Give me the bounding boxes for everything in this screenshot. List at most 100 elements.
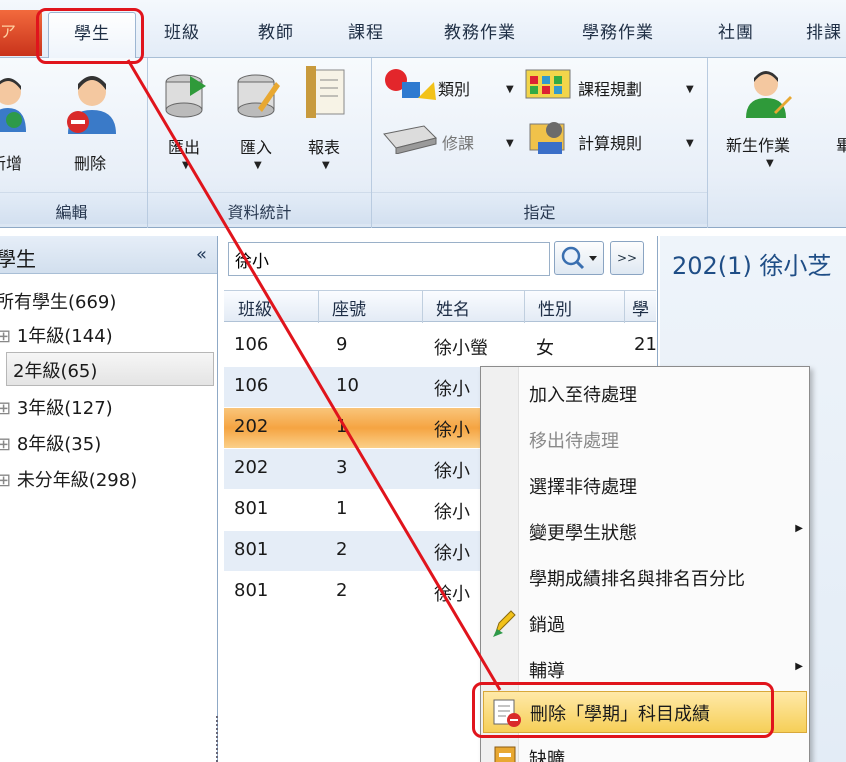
detail-title: 202(1) 徐小芝 — [672, 252, 832, 280]
cell-name: 徐小 — [434, 502, 470, 523]
collapse-panel-button[interactable]: « — [196, 244, 207, 265]
table-row[interactable]: 106 9 徐小螢 女 21 — [224, 326, 657, 366]
delete-student-button[interactable]: 刪除 — [62, 72, 126, 173]
tree-item-grade-2[interactable]: 2年級(65) — [6, 352, 214, 386]
ribbon-group-label-edit: 編輯 — [0, 192, 147, 224]
search-icon — [561, 246, 597, 270]
tree-item-grade-3[interactable]: ⊞ 3年級(127) — [0, 394, 113, 420]
graduate-button-label[interactable]: 畢 — [836, 132, 846, 156]
cell-name: 徐小 — [434, 461, 470, 482]
add-student-button[interactable]: 新增 — [0, 72, 32, 173]
book-icon — [383, 125, 437, 154]
calc-rule-icon — [529, 122, 565, 154]
ribbon: 新增 刪除 編輯 匯出 ▼ 匯入 ▼ — [0, 58, 846, 228]
submenu-arrow-icon: ▶ — [795, 661, 803, 672]
tree-expand-icon[interactable]: ⊞ — [0, 326, 17, 347]
tab-scheduling[interactable]: 排課 — [806, 18, 842, 43]
menu-item-remove-from-pending[interactable]: 移出待處理 — [483, 419, 807, 459]
report-icon — [306, 66, 345, 118]
database-import-icon — [237, 74, 280, 118]
cell-name: 徐小螢 — [434, 338, 488, 359]
tab-class[interactable]: 班級 — [164, 18, 200, 43]
cell-class: 801 — [234, 539, 269, 560]
more-options-button[interactable]: >> — [610, 241, 644, 275]
cell-gender: 女 — [536, 338, 554, 359]
import-button[interactable]: 匯入 ▼ — [236, 72, 286, 182]
submenu-arrow-icon: ▶ — [795, 523, 803, 534]
menu-item-select-non-pending[interactable]: 選擇非待處理 — [483, 465, 807, 505]
search-input[interactable] — [229, 243, 549, 275]
new-student-icon — [746, 71, 792, 118]
tree-expand-icon[interactable]: ⊞ — [0, 470, 17, 491]
column-header-class[interactable]: 班級 — [238, 295, 272, 320]
ribbon-group-misc: 新生作業 ▼ 畢 — [708, 58, 846, 228]
cell-class: 202 — [234, 416, 269, 437]
tab-club[interactable]: 社團 — [718, 18, 754, 43]
cell-name: 徐小 — [434, 543, 470, 564]
tree-expand-icon[interactable]: ⊞ — [0, 434, 17, 455]
search-box — [228, 242, 550, 276]
column-header-name[interactable]: 姓名 — [436, 295, 470, 320]
tree-panel-title: 學生 — [0, 247, 36, 271]
menu-item-semester-ranking[interactable]: 學期成績排名與排名百分比 — [483, 557, 807, 597]
export-button[interactable]: 匯出 ▼ — [164, 72, 214, 182]
cell-seat: 2 — [336, 580, 348, 601]
cell-class: 202 — [234, 457, 269, 478]
ribbon-group-label-stats: 資料統計 — [148, 192, 371, 224]
cell-seat: 2 — [336, 539, 348, 560]
cell-seat: 9 — [336, 334, 348, 355]
cell-class: 801 — [234, 498, 269, 519]
cell-name: 徐小 — [434, 420, 470, 441]
category-button[interactable]: 類別 ▼ — [382, 68, 514, 108]
student-tree-panel: 學生 « 所有學生(669) ⊞ 1年級(144) 2年級(65) ⊞ 3年級(… — [0, 236, 218, 762]
cell-seat: 1 — [336, 498, 348, 519]
tab-course[interactable]: 課程 — [348, 18, 384, 43]
highlight-student-tab — [36, 8, 144, 64]
grid-header: 班級 座號 姓名 性別 學 — [224, 290, 656, 323]
tab-teacher[interactable]: 教師 — [258, 18, 294, 43]
report-button[interactable]: 報表 ▼ — [304, 66, 354, 182]
absence-icon — [494, 746, 516, 762]
cell-class: 106 — [234, 375, 269, 396]
column-header-seat[interactable]: 座號 — [332, 295, 366, 320]
search-button[interactable] — [554, 241, 604, 275]
tree-expand-icon[interactable]: ⊞ — [0, 398, 17, 419]
tree-item-grade-1[interactable]: ⊞ 1年級(144) — [0, 322, 113, 348]
tree-item-all-students[interactable]: 所有學生(669) — [0, 288, 116, 314]
cell-name: 徐小 — [434, 379, 470, 400]
tree-panel-header: 學生 « — [0, 236, 217, 274]
menu-item-change-status[interactable]: 變更學生狀態 ▶ — [483, 511, 807, 551]
cell-seat: 1 — [336, 416, 348, 437]
add-student-icon — [0, 78, 26, 132]
highlight-delete-menu-item — [472, 682, 774, 738]
new-student-button[interactable]: 新生作業 ▼ — [724, 68, 824, 178]
ribbon-group-label-assign: 指定 — [372, 192, 707, 224]
panel-splitter[interactable] — [216, 716, 220, 762]
menu-item-absence[interactable]: 缺曠 — [483, 737, 807, 762]
course-plan-icon — [525, 69, 571, 99]
cell-seat: 3 — [336, 457, 348, 478]
ribbon-group-assign: 類別 ▼ 課程規劃 ▼ 修課 ▼ 計算規則 ▼ 指定 — [372, 58, 708, 228]
enroll-button[interactable]: 修課 ▼ — [382, 120, 514, 160]
tab-academic-affairs[interactable]: 教務作業 — [444, 18, 516, 43]
category-shapes-icon — [385, 69, 436, 100]
tree-item-unassigned[interactable]: ⊞ 未分年級(298) — [0, 466, 137, 492]
cell-name: 徐小 — [434, 584, 470, 605]
cell-class: 801 — [234, 580, 269, 601]
menu-item-cancel-demerit[interactable]: 銷過 — [483, 603, 807, 643]
ribbon-group-edit: 新增 刪除 編輯 — [0, 58, 148, 228]
column-header-gender[interactable]: 性別 — [538, 295, 572, 320]
course-plan-button[interactable]: 課程規劃 ▼ — [524, 68, 700, 108]
tab-student-affairs[interactable]: 學務作業 — [582, 18, 654, 43]
cell-class: 106 — [234, 334, 269, 355]
cell-seat: 10 — [336, 375, 359, 396]
delete-student-icon — [67, 76, 116, 134]
database-export-icon — [165, 74, 206, 118]
ribbon-group-stats: 匯出 ▼ 匯入 ▼ 報表 ▼ 資料統計 — [148, 58, 372, 228]
column-header-id[interactable]: 學 — [632, 295, 649, 320]
cell-id: 21 — [634, 334, 657, 355]
calc-rule-button[interactable]: 計算規則 ▼ — [524, 120, 700, 160]
tree-item-grade-8[interactable]: ⊞ 8年級(35) — [0, 430, 101, 456]
menu-item-add-to-pending[interactable]: 加入至待處理 — [483, 373, 807, 413]
pen-icon — [493, 610, 516, 637]
